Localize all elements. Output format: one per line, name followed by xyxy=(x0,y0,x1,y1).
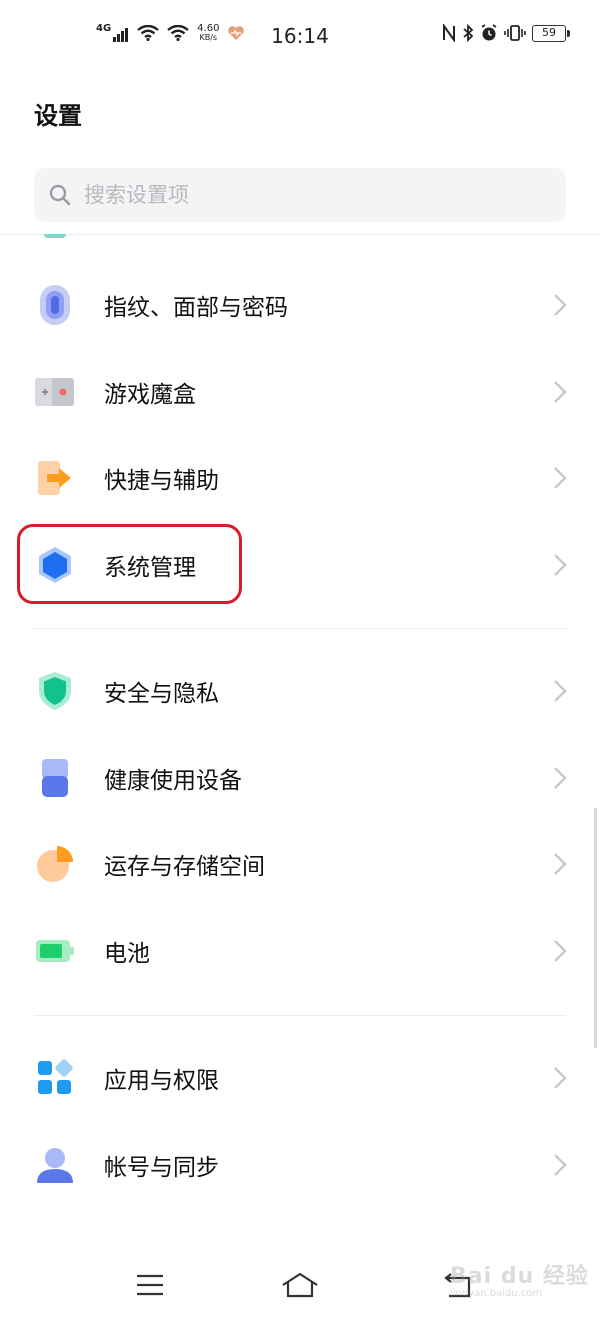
chevron-right-icon xyxy=(554,1154,567,1176)
bluetooth-icon xyxy=(463,24,474,42)
settings-item-storage[interactable]: 运存与存储空间 xyxy=(0,821,600,907)
settings-item-label: 电池 xyxy=(104,941,150,967)
health-device-icon xyxy=(34,757,76,799)
battery-level: 59 xyxy=(542,25,556,39)
highlight-annotation xyxy=(17,524,242,604)
watermark-brand: Bai du 经验 xyxy=(450,1264,589,1289)
chevron-right-icon xyxy=(554,381,567,403)
settings-item-label: 运存与存储空间 xyxy=(104,854,265,880)
home-icon xyxy=(282,1272,318,1298)
chevron-right-icon xyxy=(554,767,567,789)
account-icon xyxy=(34,1144,76,1186)
alarm-icon xyxy=(481,24,497,41)
chevron-right-icon xyxy=(554,1067,567,1089)
game-box-icon xyxy=(34,371,76,413)
search-icon xyxy=(49,184,71,206)
settings-item-label: 健康使用设备 xyxy=(104,768,242,794)
scrollbar[interactable] xyxy=(594,808,597,1048)
battery-indicator: 59 xyxy=(532,24,570,42)
status-right-icons: 59 xyxy=(442,24,570,42)
settings-item-fingerprint[interactable]: 指纹、面部与密码 xyxy=(0,262,600,348)
chevron-right-icon xyxy=(554,467,567,489)
partial-item-icon xyxy=(44,234,66,238)
settings-item-health-device[interactable]: 健康使用设备 xyxy=(0,735,600,821)
chevron-right-icon xyxy=(554,554,567,576)
chevron-right-icon xyxy=(554,294,567,316)
status-time: 16:14 xyxy=(271,24,329,48)
chevron-right-icon xyxy=(554,680,567,702)
settings-item-label: 游戏魔盒 xyxy=(104,382,196,408)
battery-icon xyxy=(34,930,76,972)
settings-item-label: 应用与权限 xyxy=(104,1068,219,1094)
group-divider xyxy=(34,628,566,629)
storage-pie-icon xyxy=(34,843,76,885)
watermark: Bai du 经验 jingyan.baidu.com xyxy=(450,1258,590,1306)
search-box[interactable] xyxy=(34,168,566,222)
chevron-right-icon xyxy=(554,853,567,875)
fingerprint-icon xyxy=(34,284,76,326)
status-bar: 4G 4.60 KB/s 16:14 59 xyxy=(0,0,600,72)
nfc-icon xyxy=(443,24,455,42)
settings-item-shortcut[interactable]: 快捷与辅助 xyxy=(0,435,600,521)
settings-item-label: 帐号与同步 xyxy=(104,1155,219,1181)
shield-icon xyxy=(34,670,76,712)
settings-item-game-box[interactable]: 游戏魔盒 xyxy=(0,349,600,435)
home-nav-button[interactable] xyxy=(280,1268,320,1302)
settings-item-label: 指纹、面部与密码 xyxy=(104,295,288,321)
settings-item-apps-permissions[interactable]: 应用与权限 xyxy=(0,1035,600,1121)
settings-item-security-privacy[interactable]: 安全与隐私 xyxy=(0,648,600,734)
settings-item-account-sync[interactable]: 帐号与同步 xyxy=(0,1122,600,1208)
search-input[interactable] xyxy=(84,183,524,207)
menu-icon xyxy=(137,1274,163,1296)
settings-item-label: 安全与隐私 xyxy=(104,681,219,707)
apps-permissions-icon xyxy=(34,1057,76,1099)
group-divider xyxy=(34,1015,566,1016)
page-title: 设置 xyxy=(34,102,82,130)
settings-item-label: 快捷与辅助 xyxy=(104,468,219,494)
settings-item-battery[interactable]: 电池 xyxy=(0,908,600,994)
vibrate-icon xyxy=(504,25,526,41)
search-divider xyxy=(0,234,600,235)
shortcut-icon xyxy=(34,457,76,499)
menu-nav-button[interactable] xyxy=(130,1268,170,1302)
chevron-right-icon xyxy=(554,940,567,962)
